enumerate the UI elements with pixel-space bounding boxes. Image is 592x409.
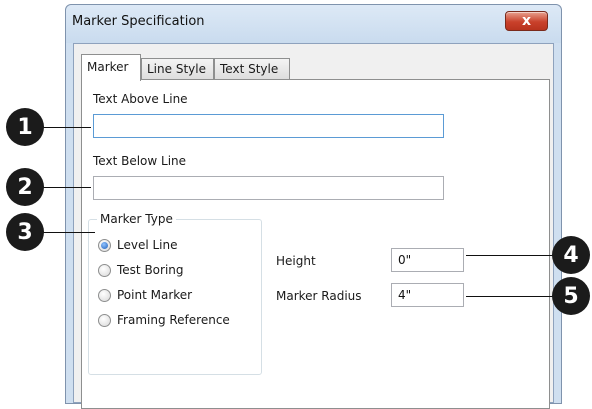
radio-label: Framing Reference bbox=[117, 313, 230, 327]
callout-badge-5: 5 bbox=[552, 277, 590, 315]
radio-level-line[interactable]: Level Line bbox=[98, 238, 178, 252]
radio-label: Point Marker bbox=[117, 288, 193, 302]
radio-framing-reference[interactable]: Framing Reference bbox=[98, 313, 230, 327]
tab-label: Marker bbox=[87, 60, 129, 74]
tab-line-style[interactable]: Line Style bbox=[141, 58, 214, 80]
radio-test-boring[interactable]: Test Boring bbox=[98, 263, 184, 277]
marker-specification-dialog: Marker Specification x Marker Line Style… bbox=[65, 4, 562, 409]
callout-badge-2: 2 bbox=[6, 168, 44, 206]
height-label: Height bbox=[276, 254, 316, 268]
title-bar[interactable]: Marker Specification x bbox=[66, 5, 561, 43]
marker-tab-panel: Text Above Line Text Below Line Marker T… bbox=[81, 79, 550, 409]
callout-leader-line bbox=[38, 127, 91, 128]
marker-radius-input[interactable] bbox=[391, 283, 464, 307]
callout-badge-1: 1 bbox=[6, 108, 44, 146]
dialog-title: Marker Specification bbox=[72, 14, 205, 29]
radio-unselected-icon bbox=[98, 288, 111, 302]
callout-number: 4 bbox=[563, 242, 579, 268]
text-below-line-label: Text Below Line bbox=[93, 154, 187, 168]
radio-point-marker[interactable]: Point Marker bbox=[98, 288, 192, 302]
radio-label: Test Boring bbox=[117, 263, 184, 277]
text-above-line-label: Text Above Line bbox=[93, 92, 188, 106]
dialog-body: Marker Line Style Text Style Text Above … bbox=[73, 43, 554, 409]
close-icon: x bbox=[521, 13, 532, 29]
callout-leader-line bbox=[38, 187, 91, 188]
callout-leader-line bbox=[38, 232, 95, 233]
tab-label: Line Style bbox=[147, 62, 206, 76]
close-button[interactable]: x bbox=[505, 11, 548, 31]
tab-marker[interactable]: Marker bbox=[81, 54, 141, 81]
tab-label: Text Style bbox=[220, 62, 279, 76]
radio-unselected-icon bbox=[98, 263, 111, 277]
text-below-line-input[interactable] bbox=[93, 176, 444, 200]
marker-type-title: Marker Type bbox=[97, 212, 176, 226]
callout-badge-3: 3 bbox=[6, 213, 44, 251]
radio-selected-icon bbox=[98, 238, 111, 252]
marker-type-group: Marker Type Level Line Test Boring Point… bbox=[88, 212, 262, 375]
callout-number: 2 bbox=[17, 174, 33, 200]
radio-label: Level Line bbox=[117, 238, 178, 252]
callout-badge-4: 4 bbox=[552, 236, 590, 274]
tab-text-style[interactable]: Text Style bbox=[214, 58, 290, 80]
radio-unselected-icon bbox=[98, 313, 111, 327]
text-above-line-input[interactable] bbox=[93, 114, 444, 138]
callout-number: 5 bbox=[563, 283, 579, 309]
height-input[interactable] bbox=[391, 248, 464, 272]
callout-number: 3 bbox=[17, 219, 33, 245]
marker-radius-label: Marker Radius bbox=[276, 289, 362, 303]
callout-number: 1 bbox=[17, 114, 33, 140]
